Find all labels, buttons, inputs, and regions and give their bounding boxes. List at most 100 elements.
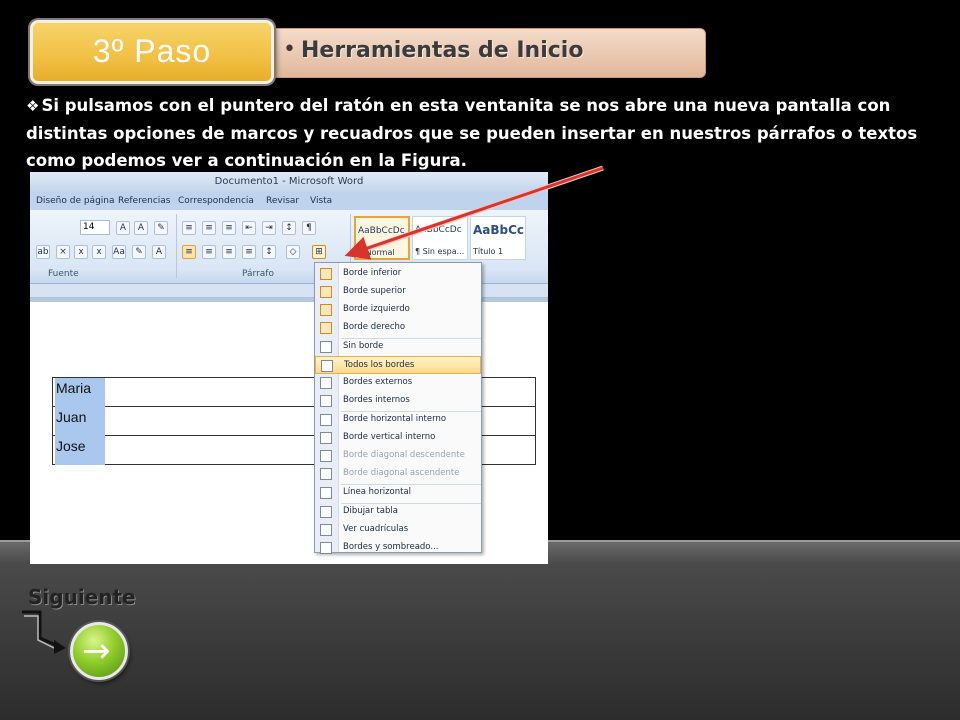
decrease-indent-icon[interactable]: ⇤ — [242, 221, 256, 235]
menu-item-label: Borde derecho — [343, 322, 406, 332]
menu-item-inside-horizontal-border[interactable]: Borde horizontal interno — [315, 411, 481, 429]
bullets-icon[interactable]: ≡ — [182, 221, 196, 235]
menu-item-border-bottom[interactable]: Borde inferior — [315, 265, 481, 283]
header-bar: • Herramientas de Inicio — [240, 28, 706, 78]
clear-format-icon[interactable]: ✎ — [154, 221, 168, 235]
ribbon-separator — [176, 214, 177, 278]
menu-item-border-left[interactable]: Borde izquierdo — [315, 301, 481, 319]
border-bottom-icon — [320, 268, 332, 280]
line-spacing-icon[interactable]: ↕ — [262, 245, 276, 259]
menu-item-all-borders[interactable]: Todos los bordes — [315, 356, 481, 374]
inside-horizontal-border-icon — [320, 414, 332, 426]
style-sample: AaBbCcDc — [415, 225, 462, 235]
diagonal-down-border-icon — [320, 450, 332, 462]
strikethrough-icon[interactable]: × — [56, 245, 70, 259]
menu-item-border-top[interactable]: Borde superior — [315, 283, 481, 301]
menu-item-label: Borde horizontal interno — [343, 414, 447, 424]
menu-item-inside-borders[interactable]: Bordes internos — [315, 392, 481, 410]
diagonal-up-border-icon — [320, 468, 332, 480]
outside-borders-icon — [320, 377, 332, 389]
style-sin-espaciado[interactable]: AaBbCcDc ¶ Sin espa... — [412, 216, 468, 260]
next-button[interactable]: → — [70, 622, 128, 680]
highlight-icon[interactable]: ✎ — [132, 245, 146, 259]
diamond-bullet-icon: ❖ — [26, 97, 40, 115]
menu-item-outside-borders[interactable]: Bordes externos — [315, 374, 481, 392]
menu-item-label: Bordes internos — [343, 395, 410, 405]
borders-dropdown-menu: Borde inferior Borde superior Borde izquie… — [314, 262, 482, 554]
menu-item-label: Borde izquierdo — [343, 304, 410, 314]
increase-indent-icon[interactable]: ⇥ — [262, 221, 276, 235]
style-sample: AaBbCcDc — [358, 226, 405, 236]
justify-icon[interactable]: ≡ — [242, 245, 256, 259]
menu-item-diagonal-up-border: Borde diagonal ascendente — [315, 465, 481, 483]
menu-item-label: Línea horizontal — [343, 487, 412, 497]
numbering-icon[interactable]: ≡ — [202, 221, 216, 235]
align-left-icon[interactable]: ≡ — [182, 245, 196, 259]
subscript-icon[interactable]: x — [74, 245, 88, 259]
description-text: ❖ Si pulsamos con el puntero del ratón en… — [26, 92, 948, 174]
style-titulo-1[interactable]: AaBbCc Título 1 — [470, 216, 526, 260]
borders-shading-icon — [320, 542, 332, 554]
menu-item-label: Borde diagonal ascendente — [343, 468, 460, 478]
shading-icon[interactable]: ◇ — [286, 245, 300, 259]
font-size-select[interactable]: 14 — [80, 220, 110, 235]
next-label: Siguiente — [28, 585, 136, 609]
horizontal-line-icon — [320, 487, 332, 499]
menu-item-no-border[interactable]: Sin borde — [315, 338, 481, 356]
menu-item-view-gridlines[interactable]: Ver cuadrículas — [315, 521, 481, 539]
tab-revisar[interactable]: Revisar — [266, 196, 299, 206]
shrink-font-icon[interactable]: A — [134, 221, 148, 235]
style-name: Título 1 — [473, 247, 504, 256]
tab-correspondencia[interactable]: Correspondencia — [178, 196, 254, 206]
table-cell[interactable]: Jose — [56, 438, 86, 454]
word-ribbon-tabs: Diseño de página Referencias Corresponde… — [30, 192, 548, 210]
borders-button-icon[interactable]: ⊞ — [312, 245, 326, 259]
inside-vertical-border-icon — [320, 432, 332, 444]
style-normal[interactable]: AaBbCcDc ¶ Normal — [354, 216, 410, 260]
change-case-icon[interactable]: Aa — [112, 245, 126, 259]
menu-item-label: Todos los bordes — [344, 360, 415, 370]
menu-item-label: Dibujar tabla — [343, 506, 398, 516]
align-center-icon[interactable]: ≡ — [202, 245, 216, 259]
step-label: 3º Paso — [92, 33, 212, 69]
menu-item-inside-vertical-border[interactable]: Borde vertical interno — [315, 429, 481, 447]
group-label-fuente: Fuente — [48, 269, 79, 279]
inside-borders-icon — [320, 395, 332, 407]
all-borders-icon — [321, 360, 333, 372]
table-cell[interactable]: Juan — [56, 409, 86, 425]
style-name: ¶ Normal — [358, 248, 395, 257]
align-right-icon[interactable]: ≡ — [222, 245, 236, 259]
bold-icon[interactable]: ab — [36, 245, 50, 259]
show-marks-icon[interactable]: ¶ — [302, 221, 316, 235]
multilevel-list-icon[interactable]: ≡ — [222, 221, 236, 235]
grow-font-icon[interactable]: A — [116, 221, 130, 235]
menu-item-label: Sin borde — [343, 341, 384, 351]
font-color-icon[interactable]: A — [152, 245, 166, 259]
step-badge: 3º Paso — [30, 20, 274, 84]
tab-vista[interactable]: Vista — [310, 196, 332, 206]
menu-item-label: Borde vertical interno — [343, 432, 436, 442]
tab-referencias[interactable]: Referencias — [118, 196, 171, 206]
bottom-band — [0, 540, 960, 720]
style-name: ¶ Sin espa... — [415, 247, 465, 256]
menu-item-border-right[interactable]: Borde derecho — [315, 319, 481, 337]
menu-item-label: Borde diagonal descendente — [343, 450, 465, 460]
menu-item-horizontal-line[interactable]: Línea horizontal — [315, 484, 481, 502]
sort-icon[interactable]: ↕ — [282, 221, 296, 235]
menu-item-borders-shading[interactable]: Bordes y sombreado... — [315, 539, 481, 557]
word-titlebar: Documento1 - Microsoft Word — [30, 172, 548, 192]
header-bullet: • — [283, 37, 296, 62]
menu-item-draw-table[interactable]: Dibujar tabla — [315, 503, 481, 521]
menu-item-label: Ver cuadrículas — [343, 524, 409, 534]
menu-item-label: Bordes externos — [343, 377, 413, 387]
border-left-icon — [320, 304, 332, 316]
draw-table-icon — [320, 506, 332, 518]
word-window-title: Documento1 - Microsoft Word — [214, 176, 364, 187]
table-cell[interactable]: Maria — [56, 380, 91, 396]
border-top-icon — [320, 286, 332, 298]
no-border-icon — [320, 341, 332, 353]
menu-item-diagonal-down-border: Borde diagonal descendente — [315, 447, 481, 465]
superscript-icon[interactable]: x — [92, 245, 106, 259]
tab-diseno-pagina[interactable]: Diseño de página — [36, 196, 115, 206]
view-gridlines-icon — [320, 524, 332, 536]
